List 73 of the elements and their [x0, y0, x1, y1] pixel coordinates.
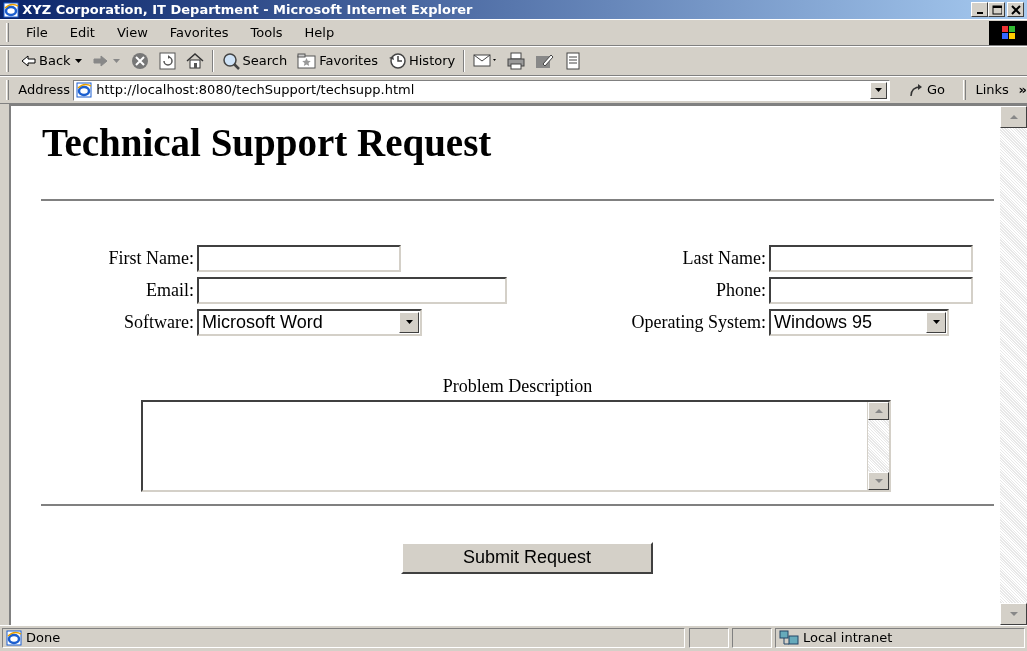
- menu-item[interactable]: Help: [293, 20, 346, 45]
- links-label[interactable]: Links: [975, 80, 1009, 100]
- more-chevron[interactable]: »: [1018, 80, 1027, 100]
- scroll-down-button[interactable]: [868, 471, 889, 490]
- go-button[interactable]: Go: [902, 78, 950, 102]
- select-field[interactable]: Microsoft Word: [197, 308, 422, 336]
- favorites-button[interactable]: Favorites: [292, 49, 383, 73]
- menu-item[interactable]: Edit: [58, 20, 106, 45]
- caret-icon: [873, 87, 883, 93]
- scroll-up-button[interactable]: [868, 401, 889, 420]
- back-button[interactable]: Back: [15, 49, 88, 73]
- maximize-button[interactable]: [988, 2, 1005, 17]
- text-field[interactable]: [769, 244, 973, 272]
- forward-arrow-icon: [92, 53, 109, 69]
- magnifier-icon: [221, 52, 240, 70]
- page-icon: [6, 630, 22, 646]
- back-arrow-icon: [20, 53, 36, 69]
- description-label: Problem Description: [442, 375, 593, 396]
- maximize-icon: [991, 4, 1002, 15]
- up-arrow-icon: [873, 406, 884, 415]
- field-label: Email:: [145, 278, 194, 302]
- text-field[interactable]: [197, 276, 507, 304]
- menu-item[interactable]: Favorites: [158, 20, 240, 45]
- field-label: First Name:: [107, 246, 194, 270]
- scroll-up-button[interactable]: [1000, 106, 1027, 128]
- network-icon: [779, 630, 799, 646]
- scrollbar[interactable]: [867, 401, 889, 490]
- page-heading: Technical Support Request: [42, 120, 493, 167]
- down-arrow-icon: [873, 476, 884, 485]
- field-label: Operating System:: [630, 310, 766, 334]
- windows-logo-icon: [989, 20, 1027, 45]
- search-button[interactable]: Search: [216, 49, 293, 73]
- up-arrow-icon: [1008, 113, 1019, 121]
- zone-pane: Local intranet: [775, 628, 1025, 648]
- status-pane: [688, 628, 729, 648]
- go-arrow-icon: [907, 82, 924, 98]
- envelope-icon: [473, 52, 498, 70]
- page-scrollbar[interactable]: [1000, 106, 1027, 625]
- close-button[interactable]: [1007, 2, 1024, 17]
- document-icon: [564, 52, 583, 70]
- description-field[interactable]: [141, 399, 891, 492]
- minimize-button[interactable]: [971, 2, 988, 17]
- page-icon: [76, 82, 93, 98]
- text-field[interactable]: [197, 244, 401, 272]
- house-icon: [185, 52, 204, 70]
- refresh-icon: [158, 52, 176, 70]
- close-icon: [1010, 4, 1021, 15]
- menu-item[interactable]: Tools: [239, 20, 294, 45]
- scroll-down-button[interactable]: [1000, 603, 1027, 625]
- history-button[interactable]: History: [382, 49, 461, 73]
- menu-item[interactable]: View: [105, 20, 159, 45]
- menu-item[interactable]: File: [15, 20, 59, 45]
- status-pane: [731, 628, 772, 648]
- address-field[interactable]: http://localhost:8080/techSupport/techsupp.html: [73, 79, 890, 101]
- caret-icon: [404, 319, 414, 326]
- address-label: Address: [18, 81, 71, 100]
- field-label: Software:: [123, 310, 194, 334]
- caret-icon: [111, 58, 121, 64]
- printer-icon: [507, 52, 526, 70]
- minimize-icon: [976, 12, 983, 14]
- text-field[interactable]: [769, 276, 973, 304]
- down-arrow-icon: [1008, 610, 1019, 618]
- field-label: Last Name:: [681, 246, 766, 270]
- dropdown-button[interactable]: [869, 81, 887, 99]
- window-title: XYZ Corporation, IT Department - Microsoft Internet Explorer: [22, 0, 474, 19]
- select-field[interactable]: Windows 95: [769, 308, 949, 336]
- notepad-pencil-icon: [535, 52, 555, 70]
- caret-icon: [931, 319, 941, 326]
- submit-button[interactable]: Submit Request: [401, 541, 653, 574]
- caret-icon: [73, 58, 83, 64]
- stop-icon: [130, 52, 149, 70]
- field-label: Phone:: [715, 278, 766, 302]
- status-pane: Done: [2, 628, 686, 648]
